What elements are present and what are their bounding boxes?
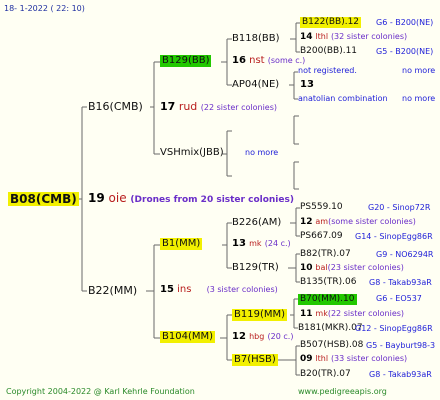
ap04-number: 13 — [300, 79, 314, 90]
b104-info: 12 hbg (20 c.) — [232, 332, 293, 342]
footer-copyright: Copyright 2004-2022 @ Karl Kehrle Founda… — [6, 387, 195, 396]
b1mm-race: mk — [249, 239, 262, 248]
b129bb-sisters: (some c.) — [267, 56, 306, 65]
ps559-ref: G20 - Sinop72R — [368, 203, 431, 212]
ps667-ref: G14 - SinopEgg86R — [355, 232, 433, 241]
root-info: 19 oie (Drones from 20 sister colonies) — [88, 192, 294, 205]
b7-number: 09 — [300, 354, 313, 364]
b104-number: 12 — [232, 331, 246, 342]
node-vshmix: VSHmix(JBB) — [160, 147, 224, 158]
anatolian-combination: anatolian combination — [298, 94, 388, 103]
b129tr-sisters: (23 sister colonies) — [327, 263, 404, 272]
root-race: oie — [108, 191, 127, 205]
node-b507: B507(HSB).08 — [300, 340, 364, 350]
node-b1mm: B1(MM) — [160, 238, 203, 250]
b226-sisters: (some sister colonies) — [328, 217, 416, 226]
header-timestamp: 18- 1-2022 ( 22: 10) — [4, 4, 85, 13]
b7-info: 09 lthl (33 sister colonies) — [300, 355, 407, 364]
b16-sisters: (22 sister colonies) — [200, 103, 278, 112]
not-registered: not registered. — [298, 66, 357, 75]
node-b226: B226(AM) — [232, 217, 282, 228]
b129tr-number: 10 — [300, 263, 313, 273]
b104-race: hbg — [249, 332, 265, 341]
node-b7: B7(HSB) — [232, 354, 278, 366]
b119-sisters: (22 sister colonies) — [327, 309, 405, 318]
node-b70: B70(MM).10 — [298, 294, 357, 305]
node-b129bb: B129(BB) — [160, 55, 212, 67]
b22-info: 15 ins (3 sister colonies) — [160, 285, 278, 295]
b20-ref: G8 - Takab93aR — [369, 370, 432, 379]
b7-race: lthl — [315, 354, 329, 363]
root-queen: B08(CMB) — [8, 192, 79, 206]
node-b22: B22(MM) — [88, 284, 138, 297]
b119-info: 11 mk(22 sister colonies) — [300, 310, 404, 319]
b122-race: lthl — [315, 32, 329, 41]
root-number: 19 — [88, 191, 105, 205]
b22-sisters: (3 sister colonies) — [206, 285, 278, 294]
b16-race: rud — [178, 100, 198, 113]
node-b119: B119(MM) — [232, 309, 288, 321]
b129bb-info: 16 nst (some c.) — [232, 56, 305, 66]
b122-sisters: (32 sister colonies) — [330, 32, 408, 41]
node-b82: B82(TR).07 — [300, 249, 351, 259]
node-b135: B135(TR).06 — [300, 277, 357, 287]
b16-info: 17 rud (22 sister colonies) — [160, 101, 277, 112]
b507-ref: G5 - Bayburt98-3 — [366, 341, 436, 350]
b1mm-sisters: (24 c.) — [264, 239, 291, 248]
not-registered-note: no more — [402, 66, 436, 75]
b22-race: ins — [177, 284, 192, 295]
b226-number: 12 — [300, 217, 313, 227]
b1mm-number: 13 — [232, 238, 246, 249]
node-b129tr: B129(TR) — [232, 262, 279, 273]
b104-sisters: (20 c.) — [267, 332, 294, 341]
b82-ref: G9 - NO6294R — [376, 250, 434, 259]
root-drones-note: (Drones from 20 sister colonies) — [130, 195, 294, 205]
node-b118: B118(BB) — [232, 33, 280, 44]
footer-site-link[interactable]: www.pedigreeapis.org — [298, 388, 387, 396]
b22-number: 15 — [160, 284, 174, 295]
b129bb-race: nst — [249, 55, 265, 66]
b7-sisters: (33 sister colonies) — [330, 354, 408, 363]
b119-race: mk — [315, 309, 328, 318]
vshmix-note: no more — [245, 148, 279, 157]
b129bb-number: 16 — [232, 55, 246, 66]
b226-race: am — [315, 217, 329, 226]
b129tr-info: 10 bal(23 sister colonies) — [300, 264, 404, 273]
b226-info: 12 am(some sister colonies) — [300, 218, 416, 227]
b16-number: 17 — [160, 100, 176, 113]
b122-ref: G6 - B200(NE) — [376, 18, 434, 27]
node-b181: B181(MKR).07 — [298, 323, 363, 333]
node-b122: B122(BB).12 — [300, 17, 362, 28]
node-ap04: AP04(NE) — [232, 79, 280, 90]
node-b20: B20(TR).07 — [300, 369, 351, 379]
anatolian-note: no more — [402, 94, 436, 103]
b181-ref: G12 - SinopEgg86R — [355, 324, 433, 333]
b129tr-race: bal — [315, 263, 328, 272]
node-b104: B104(MM) — [160, 331, 216, 343]
b1mm-info: 13 mk (24 c.) — [232, 239, 291, 249]
node-b200: B200(BB).11 — [300, 46, 358, 56]
node-ps559: PS559.10 — [300, 202, 343, 212]
b70-ref: G6 - EO537 — [376, 294, 422, 303]
node-ps667: PS667.09 — [300, 231, 343, 241]
b135-ref: G8 - Takab93aR — [369, 278, 432, 287]
node-b16: B16(CMB) — [88, 100, 143, 113]
b122-number: 14 — [300, 32, 313, 42]
b122-info: 14 lthl (32 sister colonies) — [300, 33, 407, 42]
b119-number: 11 — [300, 309, 313, 319]
b200-ref: G5 - B200(NE) — [376, 47, 434, 56]
